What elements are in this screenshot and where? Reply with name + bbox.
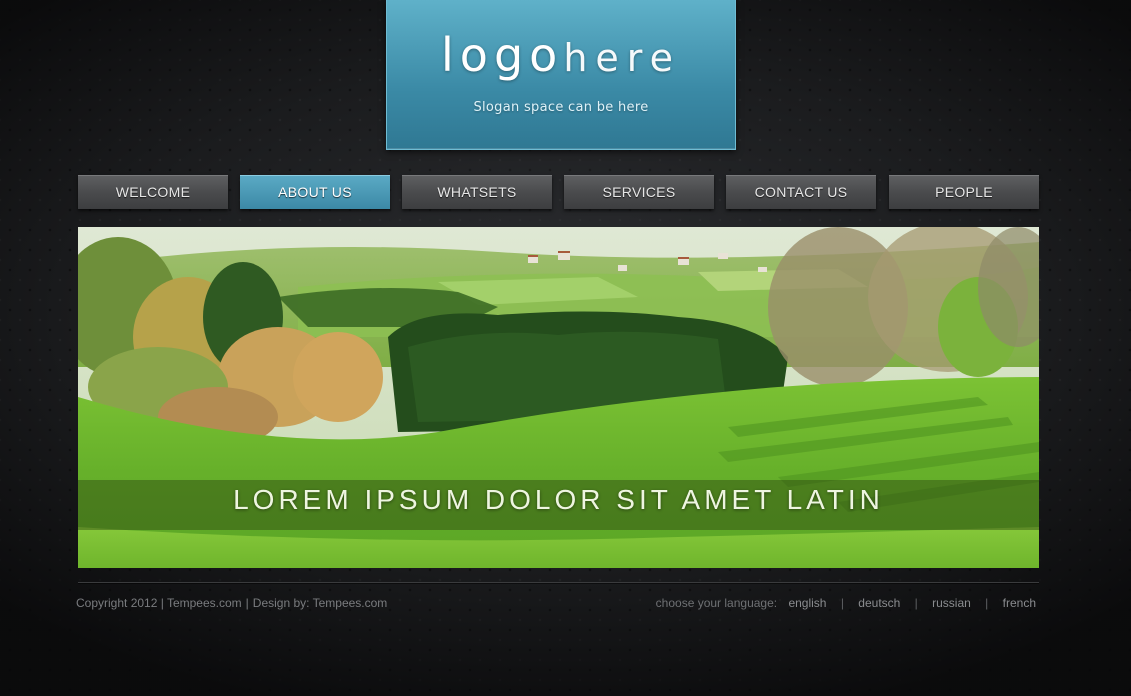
nav-item-people[interactable]: PEOPLE: [889, 175, 1039, 209]
language-english[interactable]: english: [788, 596, 826, 610]
nav-item-whatsets[interactable]: WHATSETS: [402, 175, 552, 209]
design-credit[interactable]: Design by: Tempees.com: [253, 596, 388, 610]
nav-item-contact-us[interactable]: CONTACT US: [726, 175, 876, 209]
main-nav: WELCOME ABOUT US WHATSETS SERVICES CONTA…: [78, 175, 1039, 211]
nav-item-welcome[interactable]: WELCOME: [78, 175, 228, 209]
copyright-separator: |: [245, 596, 249, 610]
nav-item-services[interactable]: SERVICES: [564, 175, 714, 209]
language-separator: |: [840, 596, 844, 610]
language-french[interactable]: french: [1003, 596, 1036, 610]
language-separator: |: [985, 596, 989, 610]
language-russian[interactable]: russian: [932, 596, 971, 610]
logo-bold-text: logo: [441, 28, 564, 82]
slogan: Slogan space can be here: [473, 100, 649, 115]
banner: LOREM IPSUM DOLOR SIT AMET LATIN: [78, 227, 1039, 568]
footer-divider: [78, 582, 1039, 583]
logo: logohere: [387, 28, 735, 82]
language-deutsch[interactable]: deutsch: [858, 596, 900, 610]
logo-box[interactable]: logohere Slogan space can be here: [386, 0, 736, 150]
language-selector: choose your language: english | deutsch …: [656, 596, 1036, 610]
copyright-text: Copyright 2012 | Tempees.com: [76, 596, 242, 610]
logo-light-text: here: [563, 36, 681, 80]
banner-caption: LOREM IPSUM DOLOR SIT AMET LATIN: [233, 484, 884, 515]
language-separator: |: [914, 596, 918, 610]
language-label: choose your language:: [655, 596, 778, 610]
copyright: Copyright 2012 | Tempees.com | Design by: …: [76, 596, 387, 610]
nav-item-about-us[interactable]: ABOUT US: [240, 175, 390, 209]
